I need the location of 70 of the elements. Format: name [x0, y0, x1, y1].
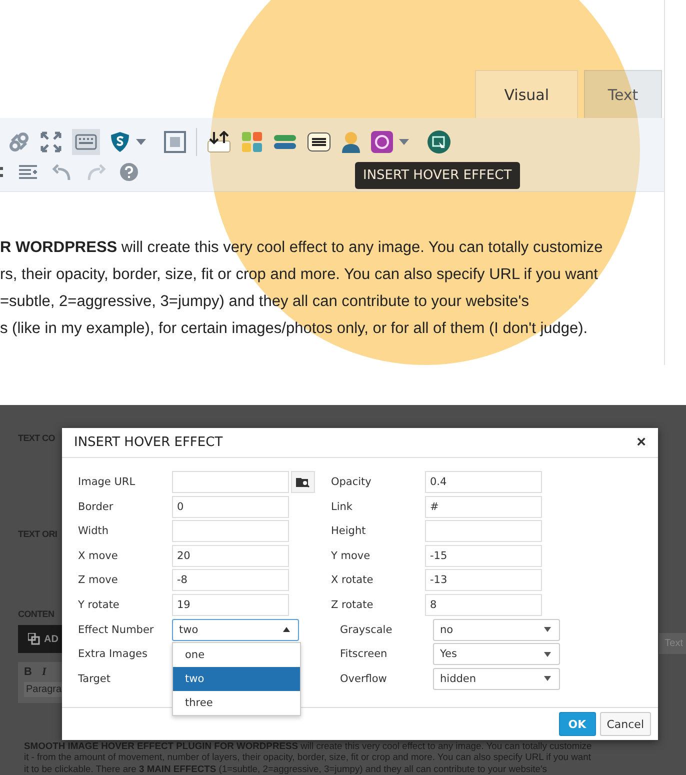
- layers-icon[interactable]: [273, 134, 297, 150]
- input-field[interactable]: #: [425, 496, 542, 518]
- field-label: Border: [78, 500, 114, 515]
- editor-tab[interactable]: Visual: [475, 70, 578, 118]
- person-icon[interactable]: [341, 131, 361, 153]
- field-label: Height: [331, 524, 367, 540]
- input-field[interactable]: -8: [172, 569, 289, 592]
- field-label: Link: [331, 500, 354, 515]
- dropdown[interactable]: hidden: [433, 668, 560, 690]
- field-label: Target: [78, 672, 112, 687]
- caret-icon: [544, 652, 551, 657]
- field-label: Opacity: [331, 475, 372, 490]
- input-field[interactable]: [172, 471, 289, 493]
- field-label: X move: [78, 548, 119, 564]
- input-field[interactable]: [172, 520, 289, 542]
- close-button[interactable]: ×: [634, 434, 648, 452]
- field-label: Image URL: [78, 475, 136, 490]
- dropdown[interactable]: two: [172, 618, 299, 641]
- dropdown[interactable]: Yes: [433, 643, 560, 666]
- caret-icon: [544, 627, 551, 632]
- input-field[interactable]: 0: [172, 496, 289, 518]
- field-label: Effect Number: [78, 622, 155, 638]
- tooltip: INSERT HOVER EFFECT: [355, 162, 520, 189]
- dialog-title: INSERT HOVER EFFECT: [74, 435, 223, 450]
- list-icon[interactable]: [307, 132, 331, 152]
- input-field[interactable]: 19: [172, 594, 289, 616]
- help-icon[interactable]: [120, 163, 138, 181]
- keyboard-icon[interactable]: [72, 129, 100, 155]
- input-field[interactable]: 0.4: [425, 471, 542, 493]
- dropdown-option[interactable]: two: [173, 666, 300, 691]
- caret-icon[interactable]: [399, 139, 409, 145]
- grid-icon[interactable]: [241, 131, 263, 153]
- input-field[interactable]: -13: [425, 569, 542, 592]
- indent-icon[interactable]: [18, 164, 38, 180]
- dropdown-option[interactable]: one: [173, 642, 300, 667]
- undo-icon[interactable]: [52, 163, 72, 181]
- unlink-icon[interactable]: [8, 131, 30, 153]
- field-label: Z rotate: [331, 598, 374, 613]
- field-label: Fitscreen: [339, 647, 388, 662]
- caret-icon: [544, 676, 551, 682]
- field-label: Extra Images: [78, 647, 148, 662]
- fullscreen-icon[interactable]: [40, 131, 62, 153]
- dropdown-option[interactable]: three: [173, 690, 300, 715]
- folder-search-icon: [296, 476, 310, 488]
- dropdown[interactable]: no: [433, 618, 560, 641]
- field-label: Overflow: [339, 672, 388, 687]
- caret-icon: [283, 627, 290, 632]
- download-icon[interactable]: [207, 131, 231, 153]
- paragraph-line: s (like in my example), for certain images/photos only, or for all of them (I don't judge).: [0, 319, 589, 339]
- paragraph-line: R WORDPRESS will create this very cool effect to any image. You can totally customize: [0, 238, 604, 258]
- dots-icon[interactable]: [0, 166, 4, 178]
- field-label: X rotate: [331, 573, 374, 588]
- media-icon: [28, 633, 40, 645]
- input-field[interactable]: [425, 520, 542, 542]
- shield-icon[interactable]: [110, 131, 130, 153]
- paragraph-line: rs, their opacity, border, size, fit or crop and more. You can also specify URL if you want: [0, 265, 599, 285]
- field-label: Z move: [78, 573, 119, 588]
- input-field[interactable]: 8: [425, 594, 542, 616]
- input-field[interactable]: 20: [172, 544, 289, 567]
- browse-button[interactable]: [291, 471, 315, 493]
- field-label: Width: [78, 524, 110, 540]
- paragraph-line: =subtle, 2=aggressive, 3=jumpy) and they all can contribute to your website's: [0, 292, 530, 312]
- field-label: Grayscale: [339, 622, 394, 638]
- add-button[interactable]: AD: [18, 625, 62, 653]
- field-label: Y rotate: [78, 598, 120, 613]
- field-label: Y move: [331, 548, 372, 564]
- caret-icon[interactable]: [136, 139, 146, 145]
- image-icon[interactable]: [164, 131, 186, 153]
- input-field[interactable]: -15: [425, 544, 542, 567]
- cancel-button[interactable]: Cancel: [600, 712, 651, 736]
